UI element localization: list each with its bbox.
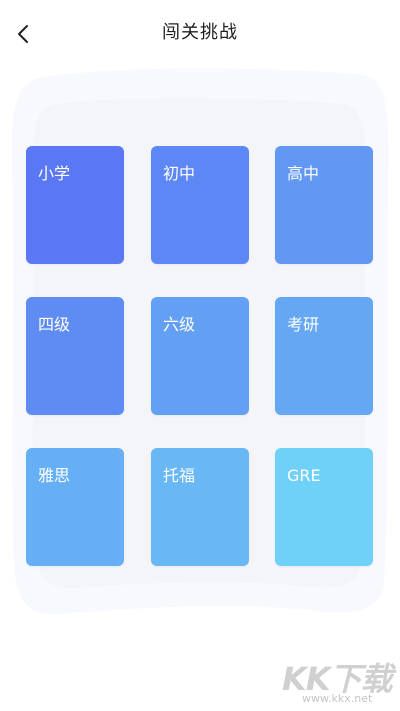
tile-label: 初中 [163, 164, 196, 183]
level-tile-primary-school[interactable]: 小学 [26, 146, 124, 264]
tile-label: 小学 [38, 164, 71, 183]
level-tile-cet4[interactable]: 四级 [26, 297, 124, 415]
level-tile-senior-high[interactable]: 高中 [275, 146, 373, 264]
watermark-url: www.kkx.net [302, 692, 373, 705]
level-grid: 小学 初中 高中 四级 六级 考研 雅思 托福 GRE [26, 146, 374, 566]
page-title: 闯关挑战 [162, 22, 238, 43]
level-tile-postgraduate[interactable]: 考研 [275, 297, 373, 415]
level-tile-gre[interactable]: GRE [275, 448, 373, 566]
tile-label: 托福 [163, 466, 196, 485]
tile-label: 考研 [287, 315, 320, 334]
watermark: KK下载 www.kkx.net [276, 652, 400, 710]
tile-label: GRE [287, 466, 321, 485]
level-tile-cet6[interactable]: 六级 [151, 297, 249, 415]
tile-label: 高中 [287, 164, 320, 183]
level-tile-junior-high[interactable]: 初中 [151, 146, 249, 264]
level-tile-ielts[interactable]: 雅思 [26, 448, 124, 566]
level-tile-toefl[interactable]: 托福 [151, 448, 249, 566]
tile-label: 雅思 [38, 466, 71, 485]
tile-label: 四级 [38, 315, 71, 334]
header-bar: 闯关挑战 [0, 0, 400, 66]
tile-label: 六级 [163, 315, 196, 334]
